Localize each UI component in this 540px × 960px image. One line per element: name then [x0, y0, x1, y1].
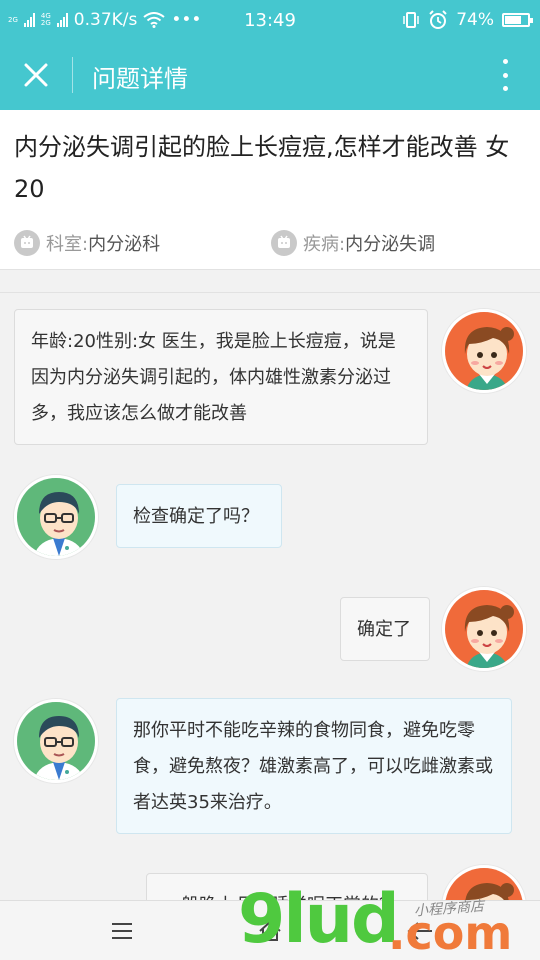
back-button[interactable]	[400, 911, 440, 951]
patient-face-icon	[445, 868, 523, 900]
doctor-avatar[interactable]	[14, 475, 98, 559]
battery-percent: 74%	[456, 10, 494, 30]
more-options-button[interactable]	[490, 57, 520, 93]
department-label: 科室:	[46, 234, 89, 255]
home-icon	[259, 920, 281, 941]
back-arrow-icon	[407, 922, 432, 940]
app-bar-divider	[72, 57, 73, 93]
user-message: 年龄:20性别:女 医生，我是脸上长痘痘，说是因为内分泌失调引起的，体内雄性激素…	[14, 309, 428, 445]
disease-label: 疾病:	[303, 234, 346, 255]
patient-avatar[interactable]	[442, 865, 526, 900]
chat-area[interactable]: 年龄:20性别:女 医生，我是脸上长痘痘，说是因为内分泌失调引起的，体内雄性激素…	[0, 292, 540, 900]
doctor-message: 检查确定了吗？	[116, 484, 282, 548]
patient-avatar[interactable]	[442, 587, 526, 671]
alarm-icon	[429, 10, 447, 29]
doctor-avatar[interactable]	[14, 699, 98, 783]
system-nav-bar	[0, 900, 540, 960]
user-message: 一般晚上几点睡觉呢正常的？	[146, 873, 428, 900]
app-bar: 问题详情	[0, 40, 540, 110]
home-button[interactable]	[250, 911, 290, 951]
page-title: 问题详情	[92, 65, 188, 93]
more-dot	[502, 86, 508, 91]
battery-icon	[502, 13, 533, 27]
doctor-face-icon	[17, 702, 95, 780]
question-title: 内分泌失调引起的脸上长痘痘,怎样才能改善 女 20	[14, 133, 510, 203]
doctor-face-icon	[17, 478, 95, 556]
doctor-message: 那你平时不能吃辛辣的食物同食，避免吃零食，避免熬夜？雄激素高了，可以吃雌激素或者…	[116, 698, 512, 834]
disease-value: 内分泌失调	[345, 234, 436, 255]
disease-info: 疾病: 内分泌失调	[271, 230, 435, 256]
department-info: 科室: 内分泌科	[14, 230, 160, 256]
department-value: 内分泌科	[88, 234, 161, 255]
more-dot	[502, 72, 508, 78]
department-icon	[14, 230, 40, 256]
disease-icon	[271, 230, 297, 256]
user-message: 确定了	[340, 597, 430, 661]
close-icon	[24, 63, 48, 87]
patient-face-icon	[445, 590, 523, 668]
more-dot	[502, 59, 508, 64]
patient-avatar[interactable]	[442, 309, 526, 393]
patient-face-icon	[445, 312, 523, 390]
vibrate-icon	[403, 12, 419, 28]
question-card: 内分泌失调引起的脸上长痘痘,怎样才能改善 女 20 科室: 内分泌科 疾病: 内…	[0, 110, 540, 270]
status-right: 74%	[402, 0, 533, 40]
status-bar: 2G 4G 2G 0.37K/s ••• 13:49 74%	[0, 0, 540, 40]
menu-icon	[112, 923, 132, 939]
menu-button[interactable]	[102, 911, 142, 951]
close-button[interactable]	[16, 55, 56, 95]
